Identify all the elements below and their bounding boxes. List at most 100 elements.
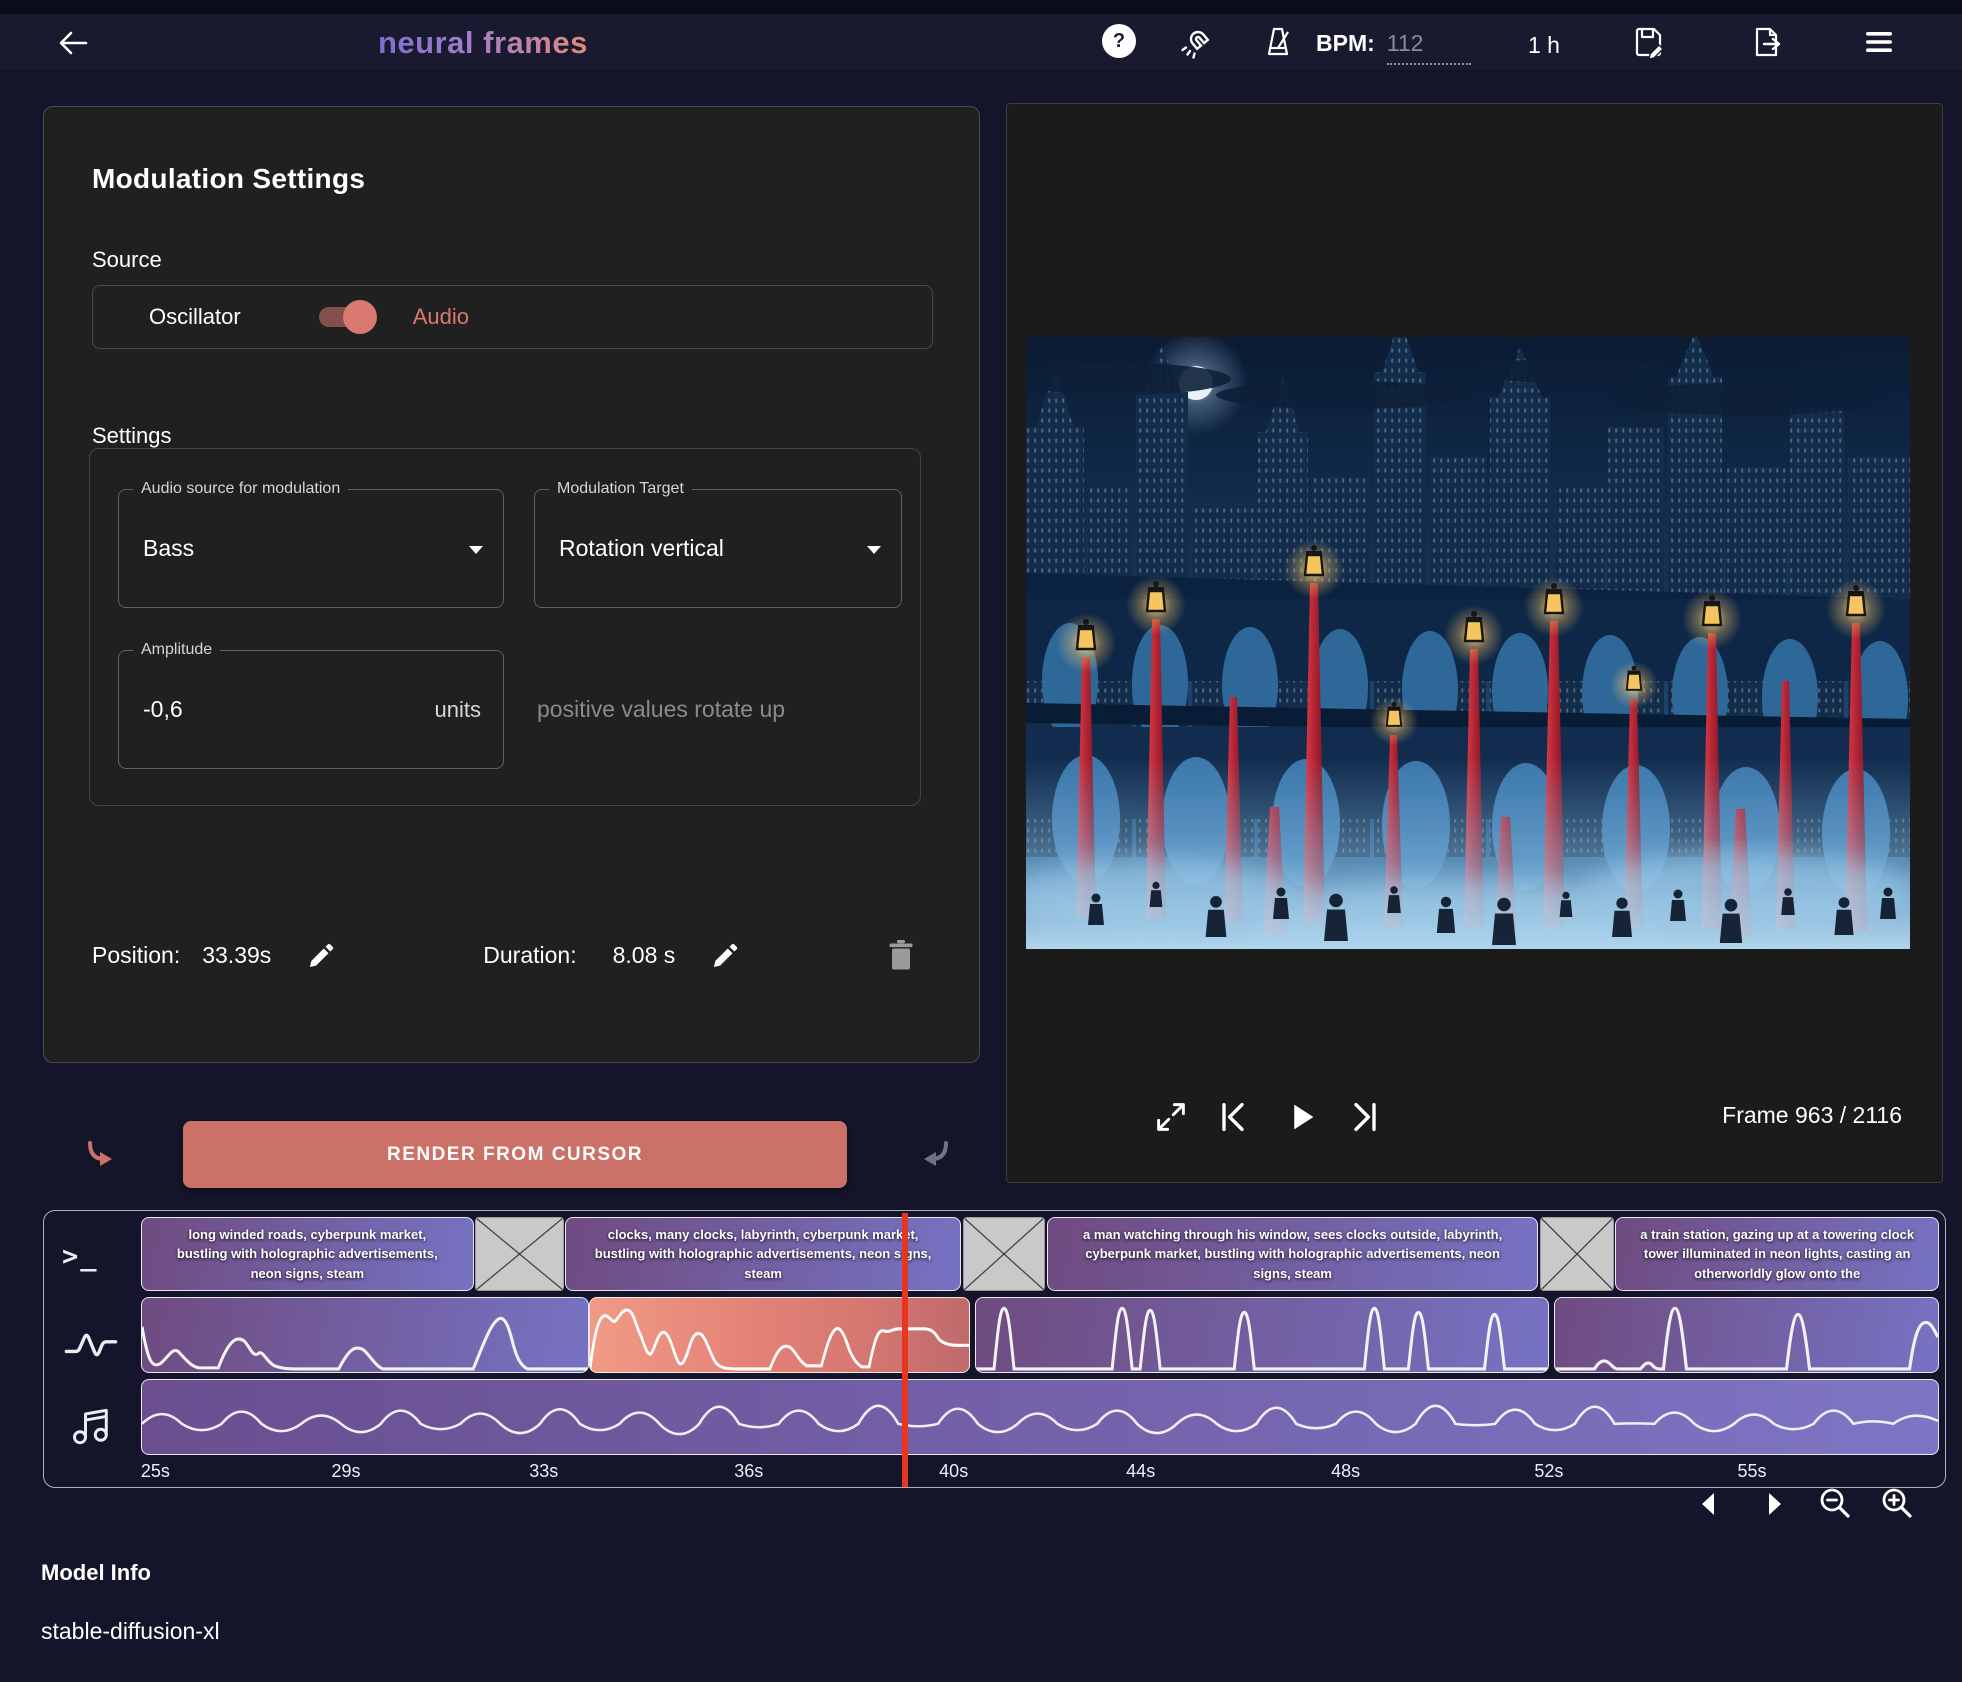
timeline-zoom-out-button[interactable]	[1818, 1487, 1852, 1521]
crossfade-clip[interactable]	[1540, 1217, 1614, 1291]
modulation-clip-selected[interactable]	[589, 1297, 970, 1373]
time-tick: 36s	[734, 1461, 763, 1482]
render-from-cursor-button[interactable]: RENDER FROM CURSOR	[183, 1121, 847, 1188]
prompt-clip[interactable]: a train station, gazing up at a towering…	[1615, 1217, 1939, 1291]
metronome-button[interactable]	[1261, 25, 1295, 59]
waveform-icon	[62, 1323, 120, 1367]
toggle-knob	[343, 300, 377, 334]
time-tick: 44s	[1126, 1461, 1155, 1482]
audio-track-icon	[62, 1403, 120, 1447]
prompt-clip[interactable]: long winded roads, cyberpunk market, bus…	[141, 1217, 474, 1291]
undo-icon	[82, 1138, 116, 1170]
redo-icon	[920, 1138, 954, 1170]
modulation-clip[interactable]	[1554, 1297, 1939, 1373]
oscillator-option-label[interactable]: Oscillator	[149, 304, 241, 330]
modulation-track	[141, 1297, 1939, 1373]
fullscreen-button[interactable]	[1153, 1099, 1189, 1135]
app-logo: neural frames	[378, 25, 588, 61]
model-info-title: Model Info	[41, 1560, 151, 1586]
metronome-icon	[1261, 25, 1295, 59]
modulation-target-select-value: Rotation vertical	[559, 490, 724, 607]
amplitude-hint: positive values rotate up	[537, 650, 907, 769]
top-bar: neural frames ? BPM: 112 1	[0, 14, 1962, 70]
source-toggle[interactable]	[319, 307, 371, 327]
settings-group: Audio source for modulation Bass Modulat…	[89, 448, 921, 806]
back-arrow-icon	[56, 28, 90, 58]
bpm-input[interactable]: 112	[1387, 30, 1471, 65]
position-value: 33.39s	[202, 942, 271, 969]
bpm-control: BPM: 112	[1316, 30, 1471, 65]
model-info-value: stable-diffusion-xl	[41, 1618, 220, 1645]
duration-value: 8.08 s	[613, 942, 676, 969]
help-button[interactable]: ?	[1102, 24, 1136, 58]
audio-clip[interactable]	[141, 1379, 1939, 1455]
magnet-snap-button[interactable]	[1180, 25, 1214, 59]
music-note-icon	[62, 1403, 120, 1447]
prompt-clip[interactable]: a man watching through his window, sees …	[1047, 1217, 1538, 1291]
export-icon	[1750, 25, 1784, 59]
amplitude-input-value: -0,6	[143, 651, 183, 768]
edit-duration-button[interactable]	[713, 942, 739, 968]
neural-frames-app: neural frames ? BPM: 112 1	[0, 0, 1962, 1682]
clip-position-duration-row: Position: 33.39s Duration: 8.08 s	[92, 933, 933, 977]
video-preview-panel: Frame 963 / 2116	[1006, 103, 1943, 1183]
video-current-frame[interactable]	[1026, 337, 1910, 949]
timeline-zoom-in-button[interactable]	[1880, 1487, 1914, 1521]
playhead-cursor[interactable]	[902, 1213, 908, 1487]
crossfade-clip[interactable]	[475, 1217, 563, 1291]
hamburger-icon	[1862, 25, 1896, 59]
time-tick: 48s	[1331, 1461, 1360, 1482]
play-button[interactable]	[1283, 1099, 1319, 1135]
prompt-clip-text: a train station, gazing up at a towering…	[1616, 1218, 1938, 1290]
audio-source-select[interactable]: Audio source for modulation Bass	[118, 489, 504, 608]
amplitude-input[interactable]: Amplitude -0,6 units	[118, 650, 504, 769]
time-tick: 52s	[1534, 1461, 1563, 1482]
magnet-icon	[1180, 25, 1214, 59]
timeline-scroll-right-button[interactable]	[1757, 1487, 1791, 1521]
amplitude-unit-label: units	[435, 651, 481, 768]
audio-option-label[interactable]: Audio	[413, 304, 469, 330]
save-project-button[interactable]	[1631, 25, 1665, 59]
skip-to-end-button[interactable]	[1347, 1099, 1383, 1135]
modulation-waveform	[1555, 1298, 1938, 1372]
prompt-clip-text: a man watching through his window, sees …	[1048, 1218, 1537, 1290]
skip-end-icon	[1347, 1099, 1383, 1135]
edit-position-button[interactable]	[309, 942, 335, 968]
prompt-clip-text: clocks, many clocks, labyrinth, cyberpun…	[566, 1218, 960, 1290]
time-tick: 55s	[1737, 1461, 1766, 1482]
audio-waveform	[142, 1380, 1938, 1454]
pencil-icon	[713, 942, 739, 968]
crossfade-clip[interactable]	[963, 1217, 1046, 1291]
prompt-track: long winded roads, cyberpunk market, bus…	[141, 1217, 1939, 1291]
undo-button[interactable]	[82, 1138, 116, 1170]
top-strip	[0, 0, 1962, 14]
frame-counter: Frame 963 / 2116	[1722, 1102, 1902, 1129]
duration-label: Duration:	[483, 942, 576, 969]
time-tick: 40s	[939, 1461, 968, 1482]
audio-track	[141, 1379, 1939, 1455]
export-button[interactable]	[1750, 25, 1784, 59]
timeline: >_ long winded roads, cyberpunk market, …	[43, 1210, 1946, 1488]
redo-button[interactable]	[920, 1138, 954, 1170]
skip-to-start-button[interactable]	[1215, 1099, 1251, 1135]
modulation-clip[interactable]	[975, 1297, 1549, 1373]
modulation-target-select[interactable]: Modulation Target Rotation vertical	[534, 489, 902, 608]
modulation-waveform	[590, 1298, 969, 1372]
zoom-in-icon	[1880, 1487, 1914, 1521]
menu-button[interactable]	[1862, 25, 1896, 59]
back-button[interactable]	[56, 28, 90, 58]
arrow-left-icon	[1692, 1487, 1726, 1521]
delete-modulation-button[interactable]	[887, 939, 915, 971]
time-ruler[interactable]: 25s 29s 33s 36s 40s 44s 48s 52s 55s	[141, 1461, 1939, 1487]
modulation-settings-panel: Modulation Settings Source Oscillator Au…	[43, 106, 980, 1063]
time-tick: 33s	[529, 1461, 558, 1482]
pencil-icon	[309, 942, 335, 968]
trash-icon	[887, 939, 915, 971]
zoom-out-icon	[1818, 1487, 1852, 1521]
time-tick: 29s	[331, 1461, 360, 1482]
timeline-scroll-left-button[interactable]	[1692, 1487, 1726, 1521]
source-section-label: Source	[92, 247, 162, 273]
expand-icon	[1153, 1099, 1189, 1135]
modulation-clip[interactable]	[141, 1297, 589, 1373]
question-mark-icon: ?	[1113, 30, 1125, 53]
